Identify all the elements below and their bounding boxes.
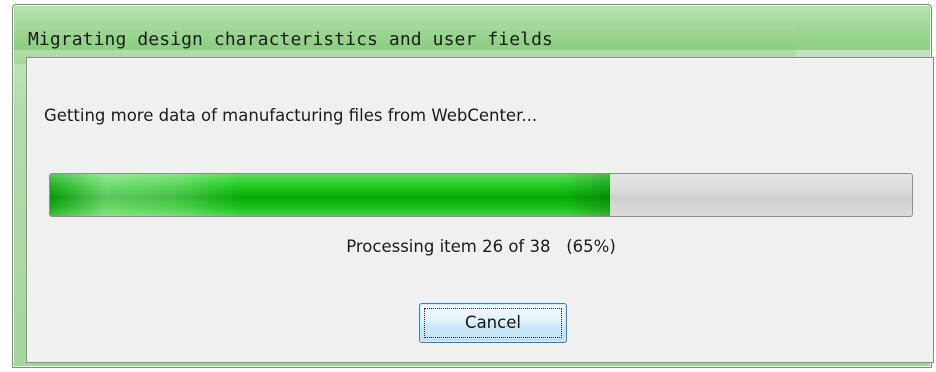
dialog-body: Getting more data of manufacturing files… [26, 57, 934, 363]
window-title: Migrating design characteristics and use… [28, 29, 553, 50]
title-bar[interactable]: Migrating design characteristics and use… [14, 6, 930, 64]
progress-status-text: Processing item 26 of 38 (65%) [346, 237, 616, 256]
cancel-button-label: Cancel [465, 313, 521, 332]
cancel-button[interactable]: Cancel [419, 303, 567, 343]
progress-bar-fill [50, 174, 611, 216]
progress-bar [49, 173, 913, 217]
progress-dialog-window: Migrating design characteristics and use… [12, 4, 934, 368]
status-message: Getting more data of manufacturing files… [44, 106, 538, 125]
